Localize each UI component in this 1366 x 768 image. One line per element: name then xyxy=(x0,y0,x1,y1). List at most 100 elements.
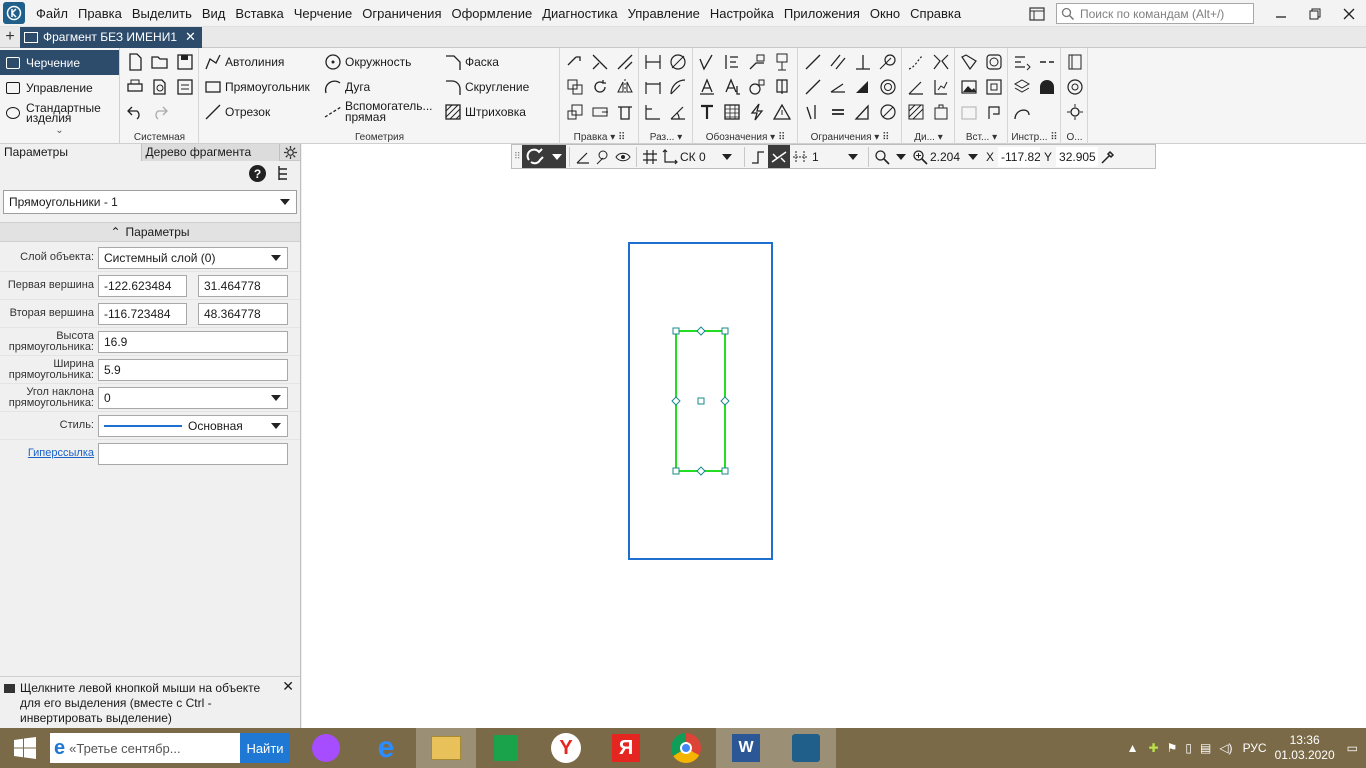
menu-constraints[interactable]: Ограничения xyxy=(357,6,446,21)
pipette-icon[interactable] xyxy=(1098,147,1118,167)
network-icon[interactable]: ▤ xyxy=(1200,741,1211,755)
menu-design[interactable]: Оформление xyxy=(447,6,538,21)
new-tab-plus-icon[interactable]: + xyxy=(0,27,20,48)
menu-insert[interactable]: Вставка xyxy=(230,6,288,21)
leader-icon[interactable] xyxy=(746,51,768,73)
mass-icon[interactable] xyxy=(930,101,952,123)
nav-expand-chevron-icon[interactable]: ⌄ xyxy=(0,125,119,136)
kompas-taskbar-icon[interactable] xyxy=(776,728,836,768)
selected-rectangle[interactable] xyxy=(675,330,726,472)
trim-icon[interactable] xyxy=(589,51,611,73)
center-mark-icon[interactable] xyxy=(746,76,768,98)
angle-icon[interactable] xyxy=(827,76,849,98)
nav-drawing[interactable]: Черчение xyxy=(0,50,119,75)
x-coordinate-input[interactable]: -117.82 xyxy=(998,146,1041,167)
measure-area-icon[interactable] xyxy=(930,76,952,98)
chevron-down-icon[interactable] xyxy=(848,153,858,160)
delete-part-icon[interactable] xyxy=(614,101,636,123)
store-icon[interactable] xyxy=(476,728,536,768)
snap-mode-button[interactable] xyxy=(522,145,566,168)
close-tab-icon[interactable]: ✕ xyxy=(185,29,196,45)
alice-icon[interactable] xyxy=(296,728,356,768)
save-icon[interactable] xyxy=(174,51,196,73)
spiral-icon[interactable] xyxy=(1064,76,1086,98)
tangent-icon[interactable] xyxy=(877,51,899,73)
perpendicular-icon[interactable] xyxy=(852,51,874,73)
text-leader-icon[interactable] xyxy=(696,76,718,98)
dimension-linear-icon[interactable] xyxy=(642,76,664,98)
rectangle-tool[interactable]: Прямоугольник xyxy=(204,76,310,98)
menu-window[interactable]: Окно xyxy=(865,6,905,21)
fill-shape-icon[interactable] xyxy=(1036,76,1058,98)
undo-icon[interactable] xyxy=(124,101,146,123)
volume-icon[interactable]: ◁) xyxy=(1219,741,1232,755)
dimension-radial-icon[interactable] xyxy=(667,76,689,98)
y-coordinate-input[interactable]: 32.905 xyxy=(1056,146,1099,167)
first-vertex-y-input[interactable]: 31.464778 xyxy=(198,275,288,297)
document-tab[interactable]: Фрагмент БЕЗ ИМЕНИ1 ✕ xyxy=(20,26,202,48)
coordinate-system-icon[interactable] xyxy=(660,147,680,167)
insert-link-icon[interactable] xyxy=(983,101,1005,123)
flag-icon[interactable]: ⚑ xyxy=(1167,741,1178,755)
equal-icon[interactable] xyxy=(827,101,849,123)
close-window-icon[interactable] xyxy=(1332,0,1366,27)
hyperlink-label[interactable]: Гиперссылка xyxy=(0,448,94,459)
close-hint-icon[interactable]: ✕ xyxy=(282,679,294,694)
insert-fragment-icon[interactable] xyxy=(958,51,980,73)
round-mode-button[interactable] xyxy=(768,145,790,168)
move-icon[interactable] xyxy=(564,51,586,73)
menu-control[interactable]: Управление xyxy=(623,6,705,21)
fillet-tool[interactable]: Скругление xyxy=(444,76,529,98)
autoline-tool[interactable]: Автолиния xyxy=(204,51,284,73)
scale-icon[interactable] xyxy=(564,101,586,123)
battery-icon[interactable]: ▯ xyxy=(1185,741,1192,755)
dimension-auto-icon[interactable] xyxy=(642,51,664,73)
view-eye-icon[interactable] xyxy=(613,147,633,167)
second-vertex-y-input[interactable]: 48.364778 xyxy=(198,303,288,325)
roughness-icon[interactable] xyxy=(696,51,718,73)
menu-drawing[interactable]: Черчение xyxy=(289,6,358,21)
menu-file[interactable]: Файл xyxy=(31,6,73,21)
drawing-canvas[interactable]: ⠿ СК 0 1 2.204 X -117.82 Y 32.905 xyxy=(302,144,1366,728)
lightning-icon[interactable] xyxy=(746,101,768,123)
overlay-icon[interactable] xyxy=(1064,51,1086,73)
chamfer-tool[interactable]: Фаска xyxy=(444,51,499,73)
hatch-tool[interactable]: Штриховка xyxy=(444,101,526,123)
stretch-icon[interactable] xyxy=(589,101,611,123)
menu-diagnostics[interactable]: Диагностика xyxy=(537,6,622,21)
menu-edit[interactable]: Правка xyxy=(73,6,127,21)
collinear-icon[interactable] xyxy=(802,76,824,98)
nav-standard-parts[interactable]: Стандартные изделия xyxy=(0,100,119,125)
symmetry-icon[interactable] xyxy=(852,101,874,123)
style-select[interactable]: Основная xyxy=(98,415,288,437)
menu-view[interactable]: Вид xyxy=(197,6,231,21)
measure-angle-icon[interactable] xyxy=(905,76,927,98)
redo-icon[interactable] xyxy=(149,101,171,123)
zoom-value[interactable]: 2.204 xyxy=(930,150,964,164)
properties-icon[interactable] xyxy=(174,76,196,98)
rectangle-handles[interactable] xyxy=(671,326,730,476)
height-input[interactable]: 16.9 xyxy=(98,331,288,353)
dimension-circle-icon[interactable] xyxy=(667,51,689,73)
gear-settings-icon[interactable] xyxy=(1064,101,1086,123)
insert-image-icon[interactable] xyxy=(958,76,980,98)
horizontal-icon[interactable] xyxy=(802,101,824,123)
hyperlink-input[interactable] xyxy=(98,443,288,465)
nav-control[interactable]: Управление xyxy=(0,75,119,100)
line-style-icon[interactable] xyxy=(1036,51,1058,73)
new-doc-icon[interactable] xyxy=(124,51,146,73)
aux-line-tool[interactable]: Вспомогатель... прямая xyxy=(324,100,433,123)
table-icon[interactable] xyxy=(721,101,743,123)
notifications-icon[interactable]: ▭ xyxy=(1347,741,1358,755)
parameters-section-header[interactable]: ⌃ Параметры xyxy=(0,222,300,242)
warning-icon[interactable] xyxy=(771,101,793,123)
tree-view-icon[interactable] xyxy=(276,165,290,182)
measure-curve-icon[interactable] xyxy=(930,51,952,73)
taskbar-find-button[interactable]: Найти xyxy=(240,733,290,763)
position-icon[interactable] xyxy=(771,51,793,73)
axis-icon[interactable] xyxy=(771,76,793,98)
insert-object-icon[interactable] xyxy=(983,76,1005,98)
no-constraint-icon[interactable] xyxy=(877,101,899,123)
step-value[interactable]: 1 xyxy=(810,150,844,164)
insert-disabled-icon[interactable] xyxy=(958,101,980,123)
